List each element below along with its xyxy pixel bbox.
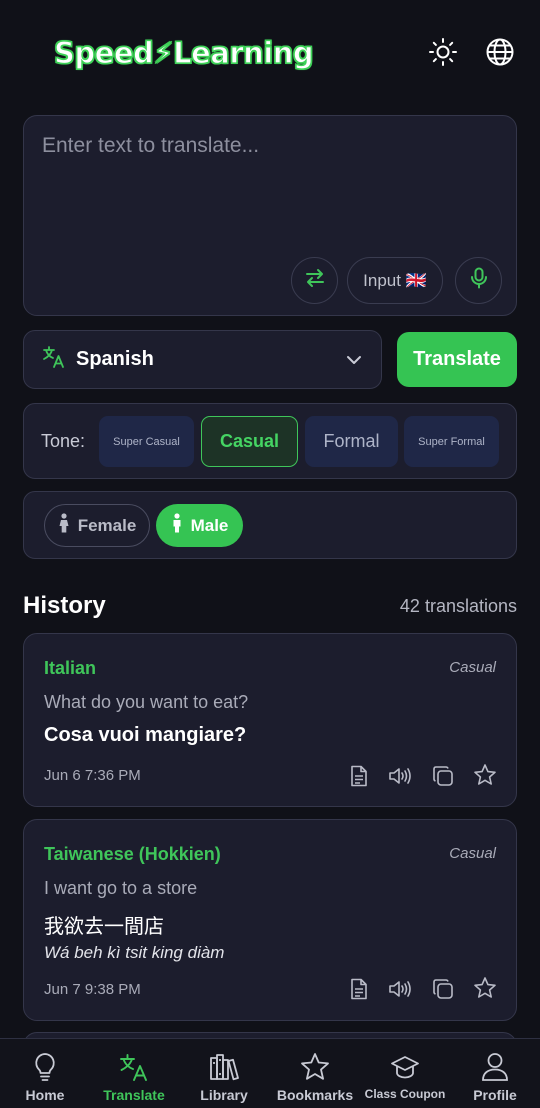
- voice-selector: Female Male: [23, 491, 517, 559]
- history-item-time: Jun 6 7:36 PM: [44, 767, 141, 784]
- globe-icon[interactable]: [484, 36, 516, 68]
- history-item-translation: 我欲去一間店: [44, 916, 164, 938]
- tone-option-formal[interactable]: Formal: [305, 416, 398, 467]
- input-language-button[interactable]: Input 🇬🇧: [347, 257, 443, 304]
- voice-option-label: Male: [190, 515, 229, 535]
- history-item[interactable]: Italian Casual What do you want to eat? …: [23, 633, 517, 807]
- nav-label: Class Coupon: [364, 1087, 446, 1101]
- history-item-language: Taiwanese (Hokkien): [44, 844, 221, 864]
- history-item[interactable]: Taiwanese (Hokkien) Casual I want go to …: [23, 819, 517, 1021]
- nav-label: Translate: [103, 1087, 165, 1103]
- voice-option-female[interactable]: Female: [44, 504, 150, 547]
- nav-label: Home: [25, 1087, 65, 1103]
- nav-item-home[interactable]: Home: [0, 1039, 91, 1108]
- history-item-language: Italian: [44, 658, 97, 678]
- target-language-name: Spanish: [76, 348, 154, 370]
- translation-input-card: Input 🇬🇧: [23, 115, 517, 316]
- document-icon[interactable]: [347, 977, 371, 1001]
- voice-option-label: Female: [77, 515, 137, 535]
- voice-option-male[interactable]: Male: [156, 504, 243, 547]
- nav-label: Bookmarks: [276, 1087, 354, 1103]
- tone-option-casual[interactable]: Casual: [201, 416, 298, 467]
- tone-selector: Tone: Super Casual Casual Formal Super F…: [23, 403, 517, 479]
- translate-icon: [42, 345, 66, 374]
- copy-icon[interactable]: [431, 977, 455, 1001]
- microphone-button[interactable]: [455, 257, 502, 304]
- nav-label: Library: [200, 1087, 248, 1103]
- person-icon: [171, 513, 183, 538]
- sun-icon[interactable]: [427, 36, 459, 68]
- history-item-translation: Cosa vuoi mangiare?: [44, 724, 247, 746]
- nav-label: Profile: [473, 1087, 517, 1103]
- copy-icon[interactable]: [431, 764, 455, 788]
- swap-arrows-icon: [304, 267, 326, 294]
- history-title: History: [23, 592, 106, 619]
- person-icon: [58, 513, 70, 538]
- speaker-icon[interactable]: [388, 977, 412, 1001]
- star-icon: [300, 1051, 330, 1083]
- translate-icon: [119, 1051, 149, 1083]
- bottom-navigation: Home Translate Library Bookmarks Class C…: [0, 1038, 540, 1108]
- speaker-icon[interactable]: [388, 764, 412, 788]
- user-icon: [481, 1051, 509, 1083]
- graduation-cap-icon: [390, 1051, 420, 1083]
- star-icon[interactable]: [473, 976, 497, 1000]
- target-language-select[interactable]: Spanish: [23, 330, 382, 389]
- text-to-translate-input[interactable]: [42, 134, 482, 254]
- nav-item-bookmarks[interactable]: Bookmarks: [269, 1039, 361, 1108]
- history-count: 42 translations: [399, 596, 517, 616]
- nav-item-library[interactable]: Library: [178, 1039, 270, 1108]
- nav-item-profile[interactable]: Profile: [449, 1039, 540, 1108]
- lightbulb-icon: [33, 1051, 57, 1083]
- tone-label: Tone:: [41, 431, 86, 451]
- microphone-icon: [469, 267, 489, 294]
- tone-option-super-casual[interactable]: Super Casual: [99, 416, 194, 467]
- app-header: Speed⚡Learning: [0, 0, 540, 100]
- translate-button[interactable]: Translate: [397, 332, 517, 387]
- history-item-source: I want go to a store: [44, 878, 198, 898]
- star-icon[interactable]: [473, 763, 497, 787]
- history-item-source: What do you want to eat?: [44, 692, 249, 712]
- input-language-label: Input 🇬🇧: [363, 270, 427, 290]
- history-item-time: Jun 7 9:38 PM: [44, 981, 141, 998]
- history-item-tone: Casual: [449, 845, 496, 862]
- history-item-tone: Casual: [449, 659, 496, 676]
- nav-item-class-coupon[interactable]: Class Coupon: [359, 1039, 451, 1108]
- history-item-romanization: Wá beh kì tsit king diàm: [44, 943, 225, 962]
- swap-languages-button[interactable]: [291, 257, 338, 304]
- books-icon: [209, 1051, 239, 1083]
- nav-item-translate[interactable]: Translate: [88, 1039, 180, 1108]
- document-icon[interactable]: [347, 764, 371, 788]
- chevron-down-icon: [345, 351, 363, 374]
- tone-option-super-formal[interactable]: Super Formal: [404, 416, 499, 467]
- app-logo: Speed⚡Learning: [53, 35, 314, 70]
